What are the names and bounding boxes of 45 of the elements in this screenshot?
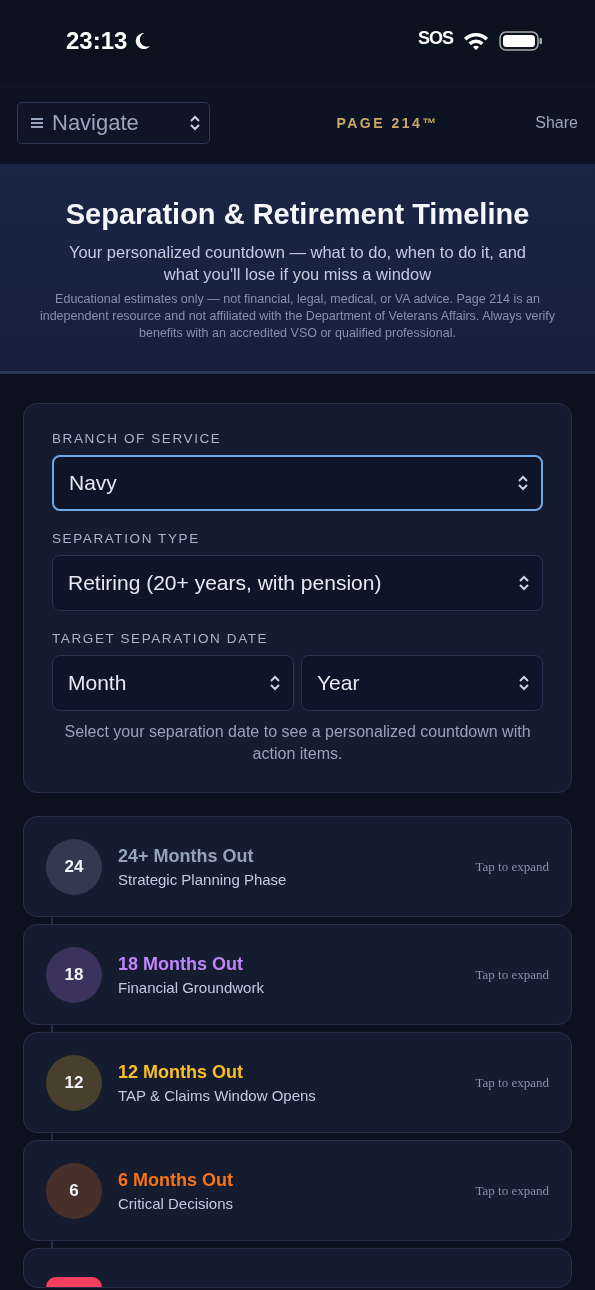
timeline-card[interactable]: 18 18 Months Out Financial Groundwork Tap to expand (23, 924, 572, 1025)
disclaimer-text: Educational estimates only — not financial, legal, medical, or VA advice. Page 214 is an independent resource and not affiliated with the Department of Veterans Affairs. Always verify benefits with an accredited VSO or qualified professional. (38, 291, 557, 342)
select-field[interactable]: Month (52, 655, 294, 711)
expand-hint: Tap to expand (475, 858, 549, 875)
field-label: BRANCH OF SERVICE (52, 431, 223, 446)
clock-time: 23:13 (66, 27, 128, 55)
timeline-card[interactable]: 24 24+ Months Out Strategic Planning Phase Tap to expand (23, 816, 572, 917)
month-badge: 24 (46, 838, 102, 895)
share-link[interactable]: Share (535, 114, 578, 132)
field-label: TARGET SEPARATION DATE (52, 631, 270, 646)
phase-title: 12 Months Out (118, 1061, 244, 1083)
page-subtitle: Your personalized countdown — what to do, when to do it, and what you'll lose if you miss a window (67, 242, 528, 285)
expand-hint: Tap to expand (475, 1074, 549, 1091)
phase-subtitle: TAP & Claims Window Opens (118, 1086, 317, 1104)
phase-subtitle: Financial Groundwork (118, 978, 265, 996)
phase-subtitle: Strategic Planning Phase (118, 870, 288, 888)
battery-icon (499, 30, 543, 52)
select-arrows-icon (189, 113, 201, 133)
month-badge: 6 (46, 1162, 102, 1219)
month-badge: 12 (46, 1054, 102, 1111)
select-arrows-icon (269, 673, 281, 693)
phase-title: 18 Months Out (118, 953, 244, 975)
month-badge: 18 (46, 946, 102, 1003)
menu-icon (30, 117, 44, 129)
timeline-card[interactable] (23, 1248, 572, 1288)
select-arrows-icon (518, 573, 530, 593)
sos-indicator: SOS (418, 27, 453, 50)
page-title: Separation & Retirement Timeline (65, 198, 530, 231)
select-arrows-icon (517, 473, 529, 493)
brand-logo[interactable]: PAGE 214™ (336, 115, 439, 131)
phase-title: 6 Months Out (118, 1169, 234, 1191)
timeline-card[interactable]: 12 12 Months Out TAP & Claims Window Opens Tap to expand (23, 1032, 572, 1133)
expand-hint: Tap to expand (475, 1182, 549, 1199)
field-label: SEPARATION TYPE (52, 531, 201, 546)
navigate-select[interactable]: Navigate (17, 102, 210, 144)
select-field[interactable]: Navy (52, 455, 543, 511)
expand-hint: Tap to expand (475, 966, 549, 983)
phase-subtitle: Critical Decisions (118, 1194, 235, 1212)
timeline-card[interactable]: 6 6 Months Out Critical Decisions Tap to expand (23, 1140, 572, 1241)
hint-text: Select your separation date to see a personalized countdown with action items. (63, 722, 532, 764)
select-field[interactable]: Year (301, 655, 543, 711)
select-field[interactable]: Retiring (20+ years, with pension) (52, 555, 543, 611)
phase-title: 24+ Months Out (118, 845, 255, 867)
select-arrows-icon (518, 673, 530, 693)
wifi-icon (463, 31, 489, 51)
